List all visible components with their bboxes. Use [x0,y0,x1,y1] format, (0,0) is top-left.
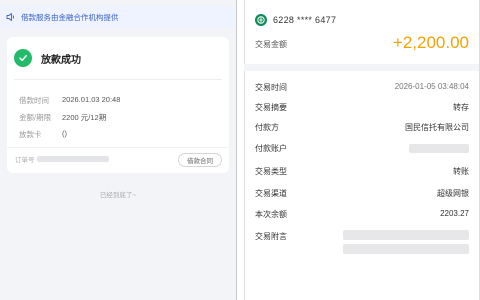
transaction-type-value: 转账 [453,167,469,176]
end-of-list-tip: 已经到底了~ [99,192,137,199]
divider [14,79,222,80]
order-number-redacted [36,156,109,162]
payer-account-label: 付款账户 [255,144,287,153]
payer-label: 付款方 [255,123,279,132]
loan-contract-button[interactable]: 借款合同 [178,153,222,167]
remark-redacted [343,230,469,240]
loan-time-value: 2026.01.03 20:48 [62,95,121,104]
order-label: 订单号 [15,157,35,164]
amount-value: +2,200.00 [392,33,469,52]
channel-label: 交易渠道 [255,189,287,198]
card-line: 6228 **** 6477 [255,14,336,26]
amount-term-value: 2200 元/12期 [62,113,107,122]
transaction-detail-panel: 6228 **** 6477 交易金额 +2,200.00 交易时间 2026-… [244,0,480,300]
speaker-icon [6,12,16,22]
notice-bar: 借款服务由金融合作机构提供 [0,6,236,28]
payout-card-value: () [62,129,67,138]
bank-logo-icon [255,14,267,26]
order-number: 订单号 [15,154,109,164]
channel-value: 超级网银 [437,189,469,198]
balance-value: 2203.27 [440,209,469,218]
loan-time-label: 借款时间 [19,96,49,105]
balance-label: 本次余额 [255,210,287,219]
loan-panel: 借款服务由金融合作机构提供 放款成功 借款时间 2026.01.03 20:48… [0,0,237,300]
loan-status: 放款成功 [14,49,81,67]
payer-account-redacted [409,144,469,153]
status-title: 放款成功 [41,54,81,66]
payer-value: 国民信托有限公司 [405,123,469,132]
loan-status-card: 放款成功 借款时间 2026.01.03 20:48 金额/期限 2200 元/… [7,37,229,173]
check-icon [14,49,32,67]
summary-label: 交易摘要 [255,103,287,112]
remark-label: 交易附言 [255,232,287,241]
divider [7,147,229,148]
amount-term-label: 金额/期限 [19,113,52,122]
remark-redacted [343,244,469,254]
transaction-type-label: 交易类型 [255,167,287,176]
notice-text: 借款服务由金融合作机构提供 [21,12,119,22]
amount-label: 交易金额 [255,40,287,49]
transaction-time-value: 2026-01-05 03:48:04 [394,82,469,91]
summary-value: 转存 [453,103,469,112]
card-number: 6228 **** 6477 [273,15,337,25]
transaction-time-label: 交易时间 [255,83,287,92]
section-gap [244,64,480,71]
payout-card-label: 放款卡 [19,130,42,139]
